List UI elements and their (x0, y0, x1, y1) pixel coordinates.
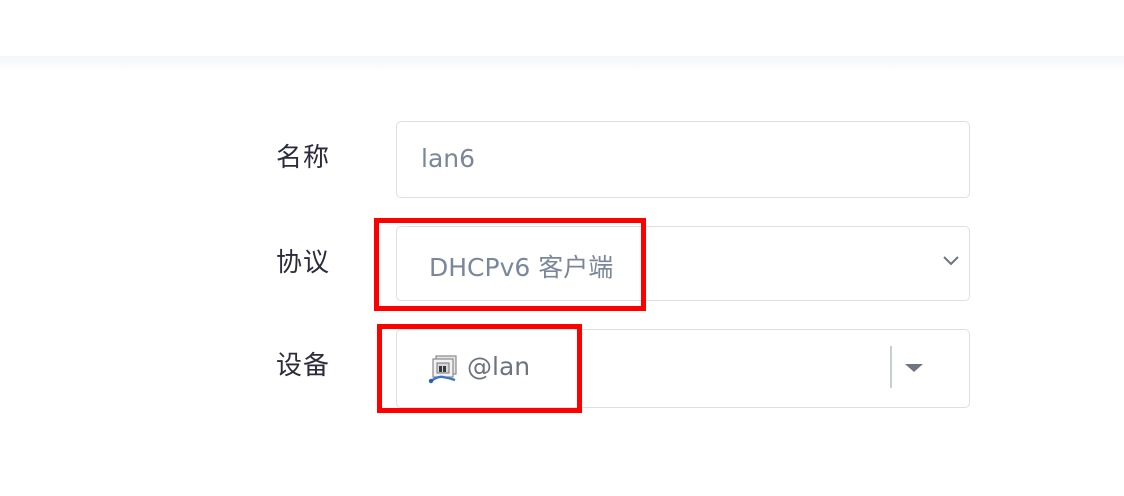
page: 名称 lan6 协议 DHCPv6 客户端 设备 @lan (0, 0, 1124, 496)
name-input-value: lan6 (421, 144, 476, 173)
caret-down-icon[interactable] (905, 364, 923, 372)
chevron-down-icon (943, 256, 959, 266)
device-highlight-box (377, 324, 582, 413)
name-label: 名称 (276, 143, 331, 173)
header-divider (0, 56, 1124, 72)
device-label: 设备 (276, 351, 331, 381)
dropdown-separator (890, 346, 892, 388)
name-input[interactable]: lan6 (396, 121, 970, 198)
protocol-label: 协议 (276, 248, 331, 278)
top-area (0, 0, 1124, 56)
protocol-highlight-box (374, 218, 646, 311)
